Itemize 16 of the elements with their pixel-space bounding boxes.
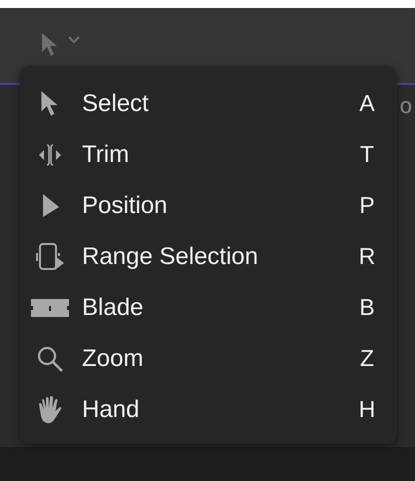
- range-selection-icon: [35, 242, 65, 272]
- menu-item[interactable]: Position P: [20, 180, 397, 231]
- menu-item[interactable]: Select A: [20, 78, 397, 129]
- hand-icon: [36, 394, 64, 424]
- chevron-down-icon: [68, 36, 80, 44]
- tool-dropdown-button[interactable]: [40, 32, 80, 58]
- menu-item[interactable]: Zoom Z: [20, 333, 397, 384]
- search-icon: [36, 344, 64, 372]
- trim-icon: [37, 142, 63, 166]
- menu-item[interactable]: Range Selection R: [20, 231, 397, 282]
- triangle-pointer-icon: [40, 192, 60, 218]
- menu-item[interactable]: Hand H: [20, 384, 397, 435]
- menu-item[interactable]: Blade B: [20, 282, 397, 333]
- blade-icon: [30, 298, 70, 318]
- timeline-label: o: [400, 93, 412, 119]
- menu-item[interactable]: Trim T: [20, 129, 397, 180]
